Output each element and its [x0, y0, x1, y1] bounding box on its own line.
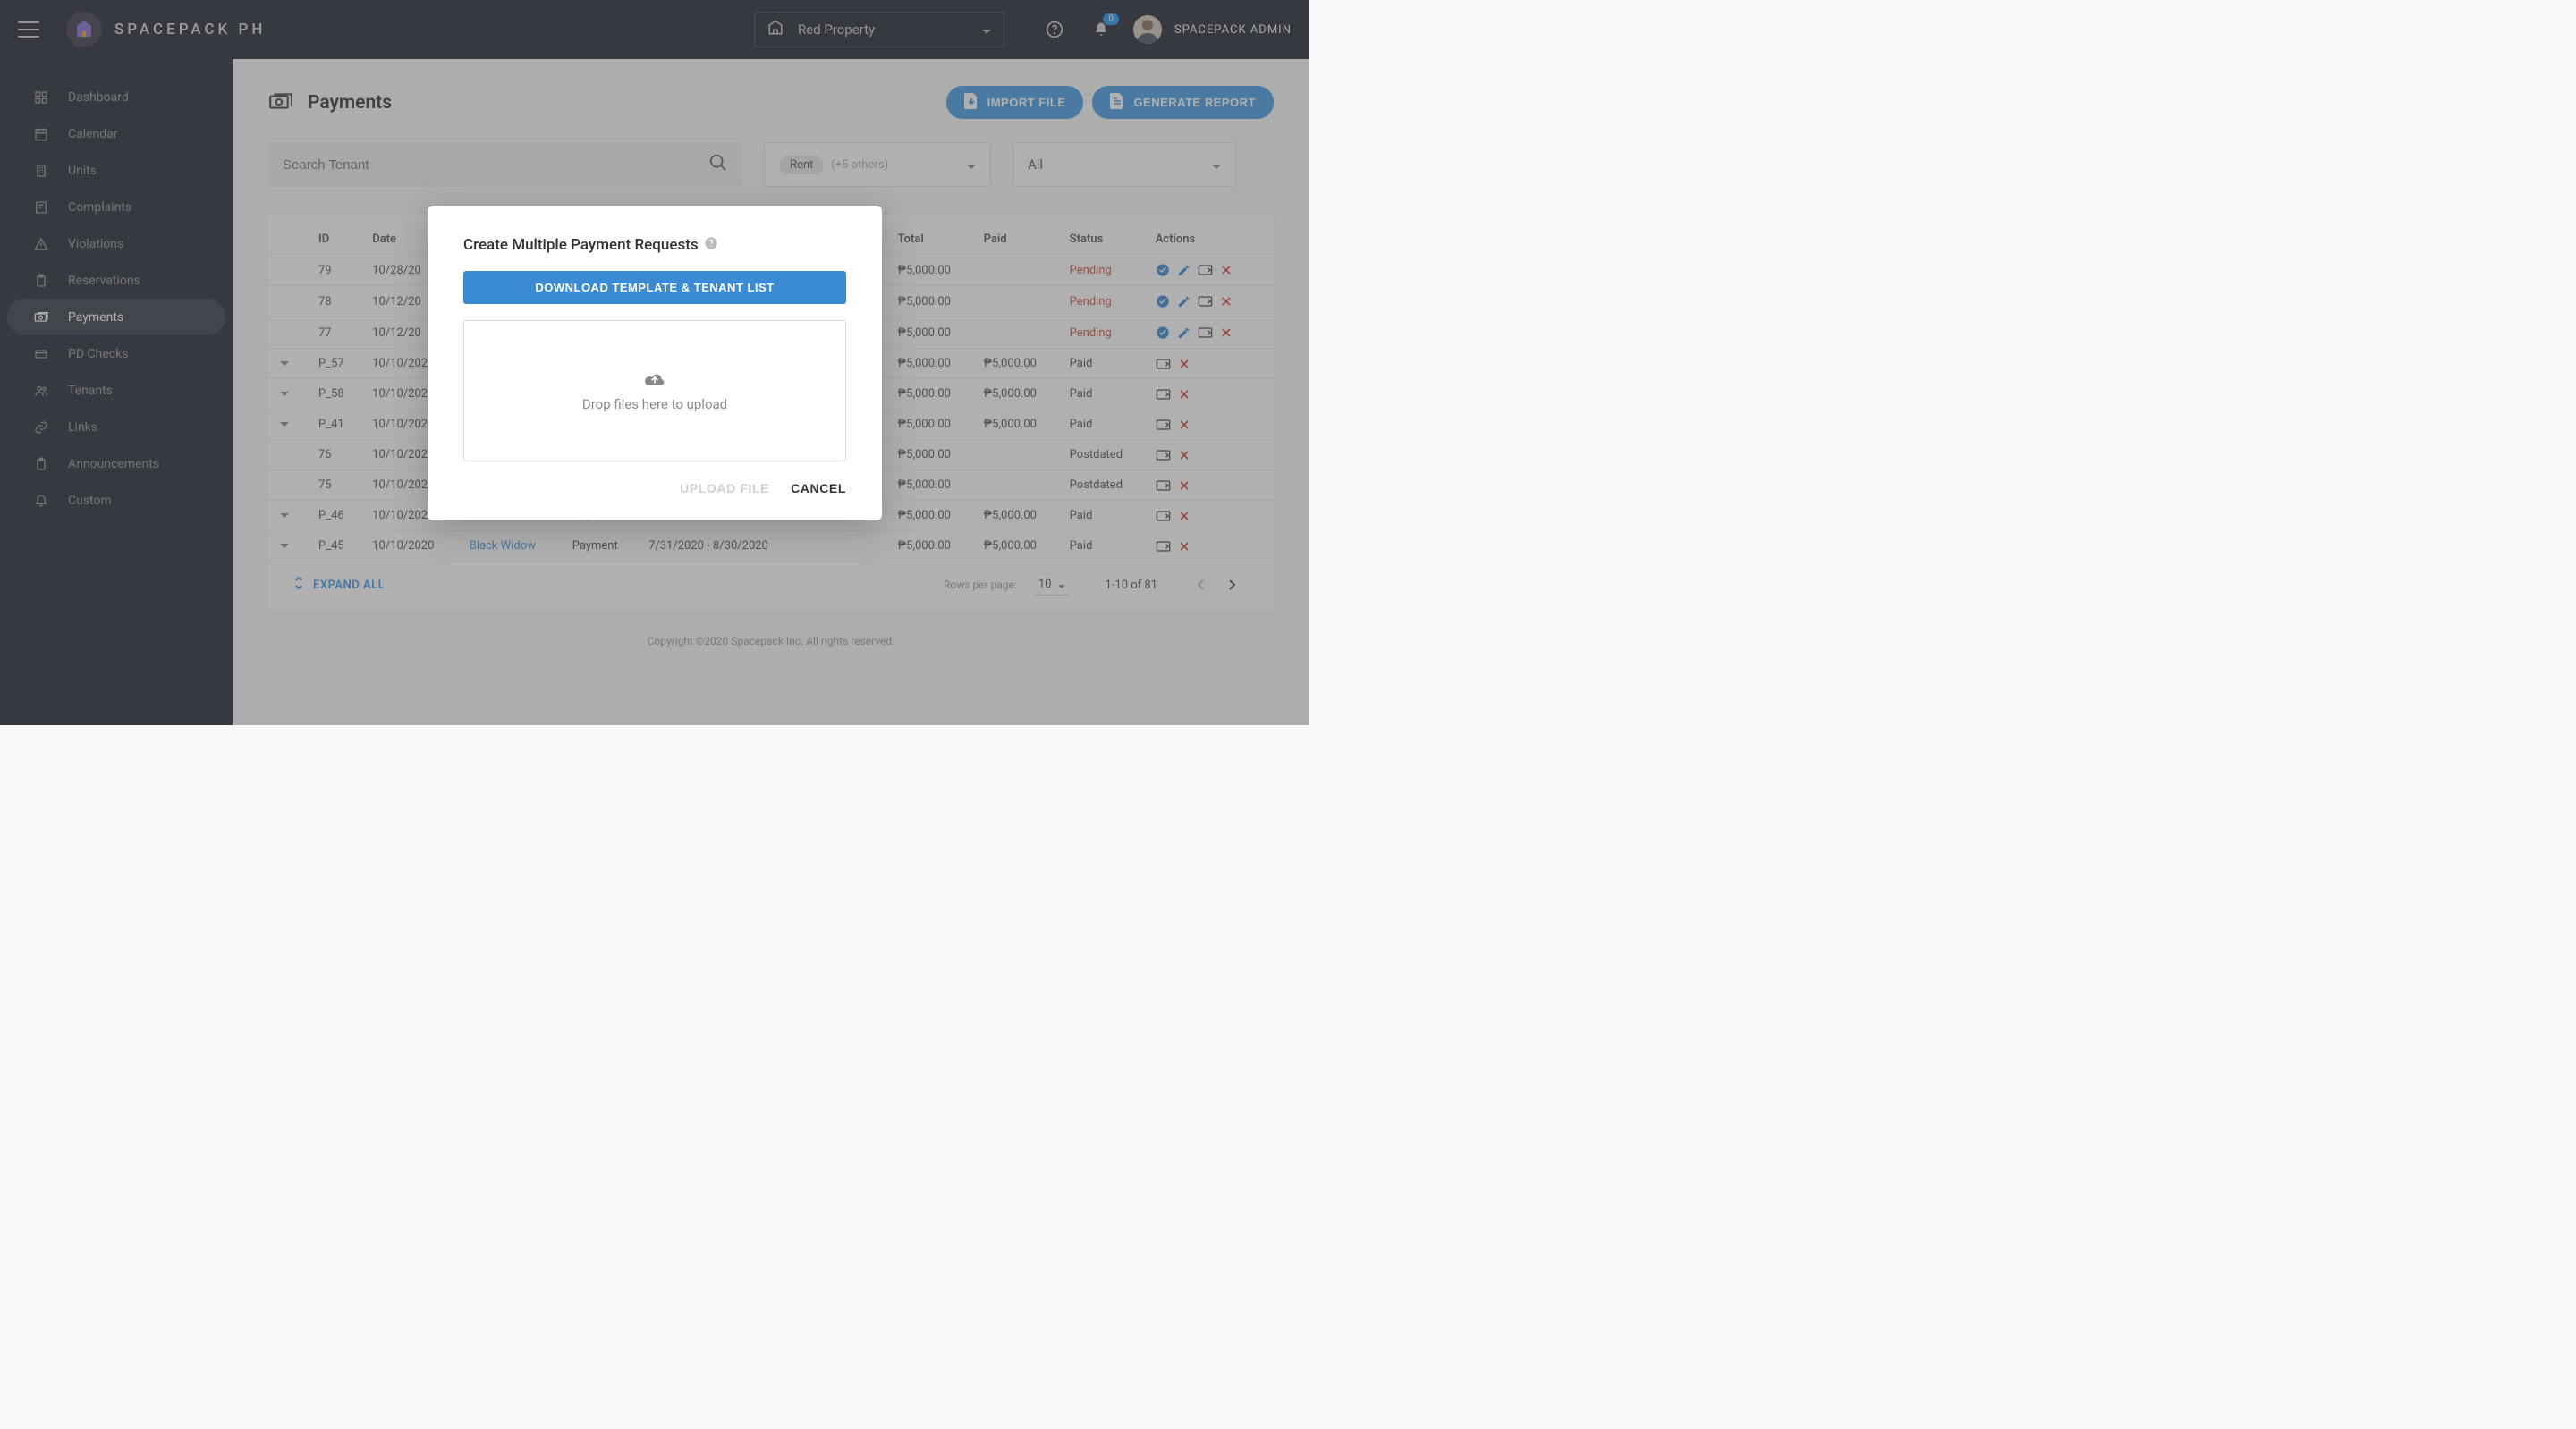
download-template-button[interactable]: DOWNLOAD TEMPLATE & TENANT LIST [463, 271, 846, 304]
upload-cloud-icon [643, 369, 666, 391]
modal-overlay[interactable]: Create Multiple Payment Requests DOWNLOA… [0, 0, 1309, 725]
modal-help-icon[interactable] [704, 236, 718, 255]
cancel-button[interactable]: CANCEL [791, 481, 846, 495]
import-modal: Create Multiple Payment Requests DOWNLOA… [428, 206, 882, 520]
file-dropzone[interactable]: Drop files here to upload [463, 320, 846, 461]
modal-title: Create Multiple Payment Requests [463, 236, 699, 254]
upload-file-button[interactable]: UPLOAD FILE [680, 481, 769, 495]
dropzone-text: Drop files here to upload [582, 396, 727, 412]
